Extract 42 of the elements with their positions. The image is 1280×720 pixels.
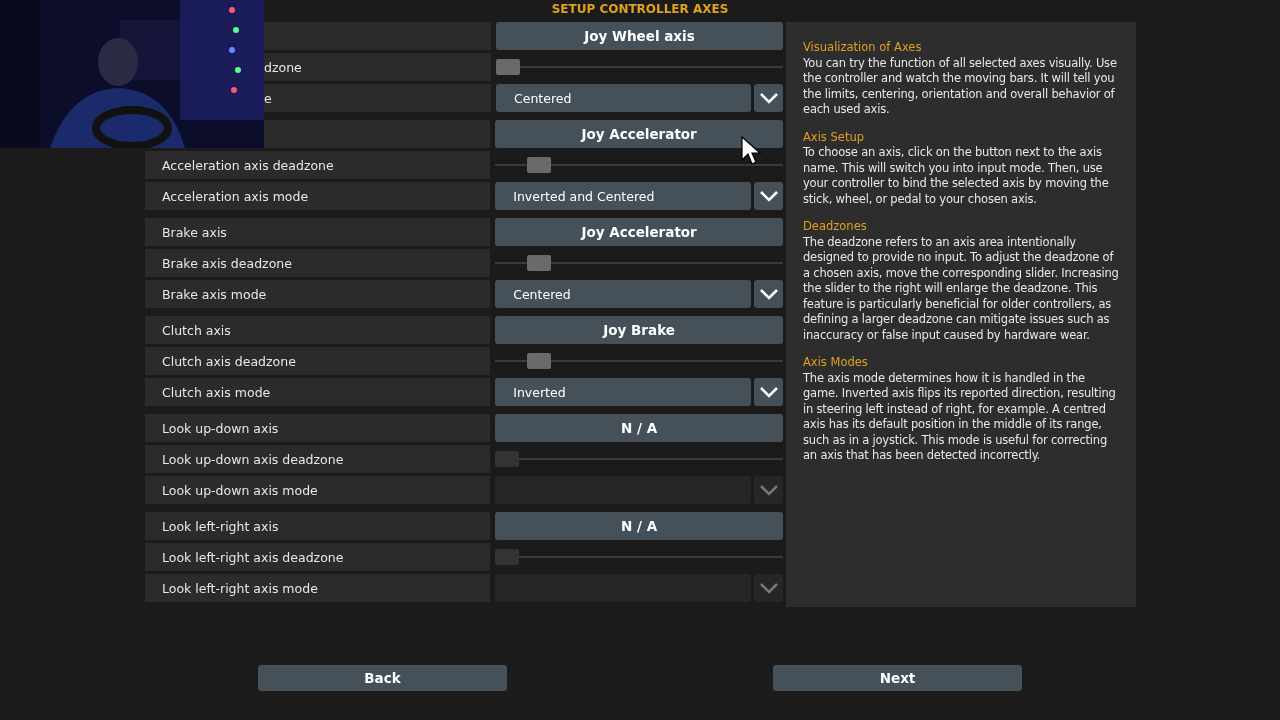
help-heading: Axis Modes xyxy=(803,355,869,371)
mode-dropdown[interactable]: Centered xyxy=(495,280,751,308)
setting-label-text: Look up-down axis mode xyxy=(162,482,318,498)
setting-label-text: dzone xyxy=(264,59,302,75)
axis-button[interactable]: Joy Accelerator xyxy=(495,120,783,148)
mode-dropdown[interactable]: Centered xyxy=(496,84,751,112)
axis-button[interactable]: Joy Brake xyxy=(495,316,783,344)
setting-label-text: Look left-right axis mode xyxy=(162,580,318,596)
help-text: The axis mode determines how it is handled in the game. Inverted axis flips its reported direction, resulting in steering left instead of right, for example. A centred axis has its default position in the middle of its range, such as in a joystick. This mode is useful for correcting an axis that has been detected incorrectly. xyxy=(803,370,1117,464)
setting-label-text: Look up-down axis xyxy=(162,420,279,436)
cursor-icon xyxy=(741,136,763,166)
chevron-down-icon[interactable] xyxy=(754,476,783,504)
setting-label-text: Clutch axis deadzone xyxy=(162,353,296,369)
help-text: You can try the function of all selected axes visually. Use the controller and watch the moving bars. It will tell you the limits, centering, orientation and overall behavior of each used axis. xyxy=(803,55,1118,118)
setting-label-text: Look up-down axis deadzone xyxy=(162,451,344,467)
setting-label-text: Brake axis mode xyxy=(162,286,267,302)
setting-label-text: Look left-right axis deadzone xyxy=(162,549,344,565)
screen-title: SETUP CONTROLLER AXES xyxy=(550,2,730,16)
chevron-down-icon[interactable] xyxy=(754,280,783,308)
next-button[interactable]: Next xyxy=(773,665,1022,691)
setting-label-text: Clutch axis xyxy=(162,322,231,338)
back-button[interactable]: Back xyxy=(258,665,507,691)
axis-button[interactable]: Joy Wheel axis xyxy=(496,22,783,50)
chevron-down-icon[interactable] xyxy=(754,182,783,210)
help-heading: Deadzones xyxy=(803,219,868,235)
mode-dropdown[interactable]: Inverted xyxy=(495,378,751,406)
chevron-down-icon[interactable] xyxy=(754,84,783,112)
mode-dropdown[interactable]: Inverted and Centered xyxy=(495,182,751,210)
help-heading: Axis Setup xyxy=(803,129,865,145)
setting-label-text: Acceleration axis deadzone xyxy=(162,157,334,173)
setting-label-text: Brake axis deadzone xyxy=(162,255,292,271)
setting-label-text: Look left-right axis xyxy=(162,518,279,534)
chevron-down-icon[interactable] xyxy=(754,574,783,602)
help-heading: Visualization of Axes xyxy=(803,40,923,56)
setting-label-text: e xyxy=(264,90,272,106)
axis-button[interactable]: Joy Accelerator xyxy=(495,218,783,246)
setting-label-text: Clutch axis mode xyxy=(162,384,271,400)
setting-label-text: Acceleration axis mode xyxy=(162,188,309,204)
help-text: To choose an axis, click on the button next to the axis name. This will switch you into input mode. Then, use your controller to bind the selected axis by moving the stick, wheel, or pedal to your chosen axis. xyxy=(803,145,1110,207)
help-text: The deadzone refers to an axis area intentionally designed to provide no input. To adjust the deadzone of a chosen axis, move the corresponding slider. Increasing the slider to the right will enlarge the deadzone. This feature is particularly beneficial for older controllers, as defining a larger deadzone can mitigate issues such as inaccuracy or false input caused by hardware wear. xyxy=(803,234,1120,343)
chevron-down-icon[interactable] xyxy=(754,378,783,406)
setting-label-text: Brake axis xyxy=(162,224,227,240)
